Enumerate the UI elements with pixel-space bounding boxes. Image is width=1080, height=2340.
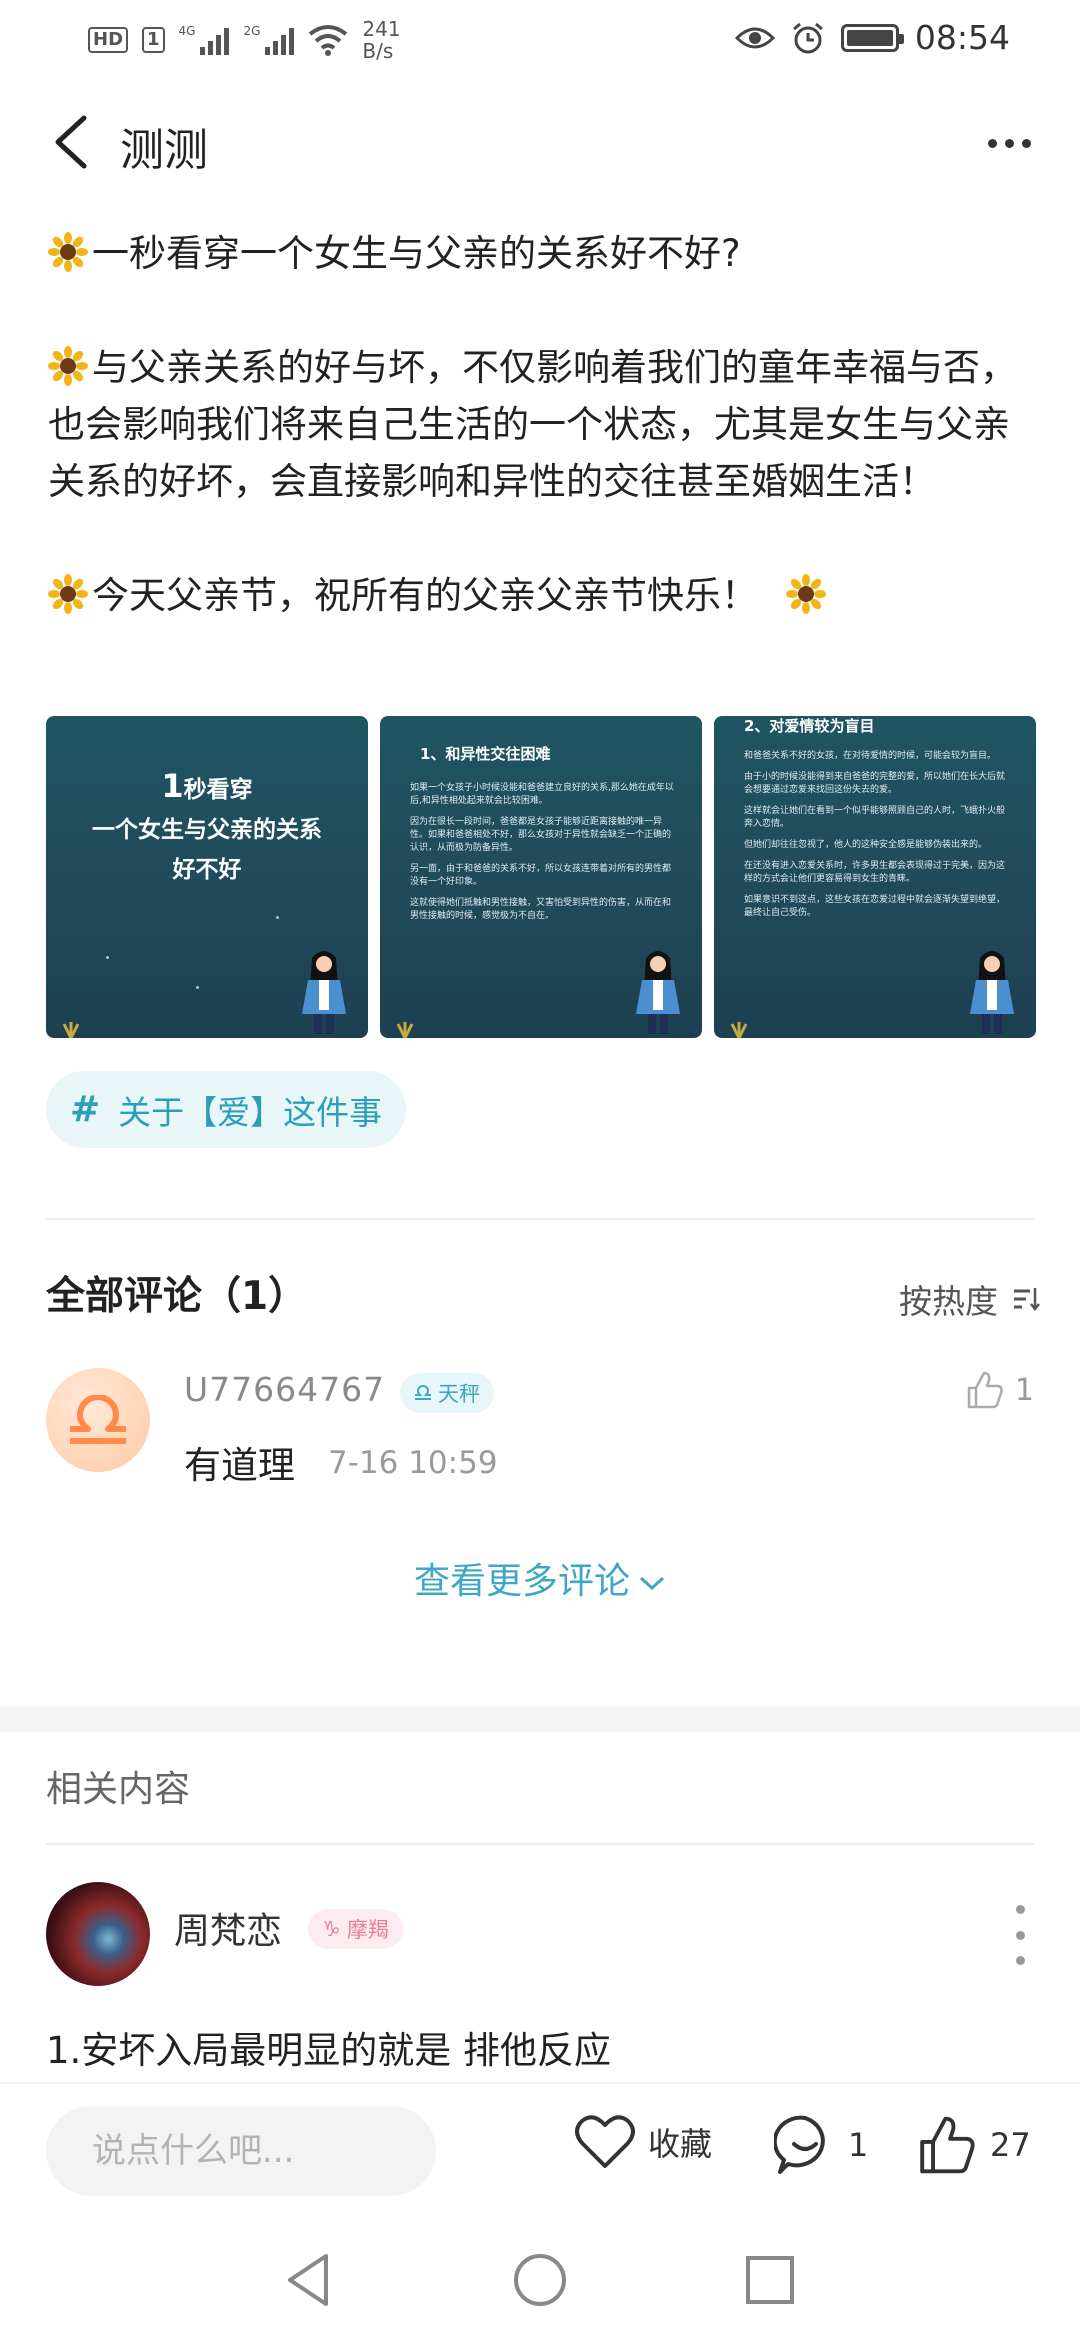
girl-illustration bbox=[970, 951, 1014, 1034]
comment-time: 7-16 10:59 bbox=[328, 1445, 498, 1481]
view-more-comments-button[interactable]: 查看更多评论 bbox=[0, 1552, 1080, 1604]
signal-2g-icon: 2G bbox=[243, 25, 295, 55]
top-nav: 测测 bbox=[0, 100, 1080, 190]
favorite-button[interactable]: 收藏 bbox=[574, 2114, 712, 2170]
topic-tag[interactable]: # 关于【爱】这件事 bbox=[46, 1071, 407, 1148]
heart-icon bbox=[575, 2115, 635, 2168]
chevron-left-icon bbox=[55, 115, 87, 169]
thumbs-up-icon bbox=[967, 1371, 1003, 1409]
dot bbox=[1004, 138, 1014, 148]
girl-illustration bbox=[302, 951, 346, 1034]
nav-home-icon[interactable] bbox=[510, 2250, 570, 2310]
zodiac-badge: 天秤 bbox=[400, 1373, 494, 1413]
avatar[interactable] bbox=[46, 1368, 150, 1472]
sunflower-icon bbox=[48, 574, 88, 614]
status-bar: HD 1 4G 2G 241 B/s 08:54 bbox=[0, 0, 1080, 80]
dot bbox=[987, 138, 997, 148]
clock: 08:54 bbox=[914, 18, 1010, 57]
bottom-action-bar: 收藏 1 27 bbox=[0, 2082, 1080, 2212]
image-heading: 2、对爱情较为盲目 bbox=[744, 717, 875, 735]
image-heading: 1、和异性交往困难 bbox=[420, 745, 551, 763]
more-options-button[interactable] bbox=[974, 118, 1044, 168]
comment-bubble-icon bbox=[774, 2115, 825, 2174]
section-separator bbox=[0, 1706, 1080, 1732]
post-paragraph: 今天父亲节，祝所有的父亲父亲节快乐！ bbox=[48, 567, 1032, 624]
alarm-icon bbox=[792, 22, 823, 53]
network-speed: 241 B/s bbox=[362, 17, 401, 63]
girl-illustration bbox=[636, 951, 680, 1034]
back-button[interactable] bbox=[44, 112, 104, 172]
plant-illustration bbox=[396, 1022, 414, 1038]
libra-icon bbox=[70, 1395, 126, 1444]
wifi-icon bbox=[309, 25, 348, 56]
post-content: 一秒看穿一个女生与父亲的关系好不好? 与父亲关系的好与坏，不仅影响着我们的童年幸… bbox=[48, 225, 1032, 681]
like-button[interactable]: 27 bbox=[916, 2114, 1031, 2176]
related-more-button[interactable] bbox=[1010, 1905, 1030, 1965]
image-gallery: 1秒看穿 一个女生与父亲的关系 好不好 1、和异性交往困难 如果一个女孩子小时候… bbox=[46, 716, 1036, 1038]
sunflower-icon bbox=[785, 574, 826, 614]
status-right: 08:54 bbox=[734, 18, 1010, 57]
comment-username[interactable]: U77664767 bbox=[184, 1370, 385, 1409]
post-image-2[interactable]: 1、和异性交往困难 如果一个女孩子小时候没能和爸爸建立良好的关系,那么她在成年以… bbox=[380, 716, 702, 1038]
battery-icon bbox=[840, 23, 904, 52]
plant-illustration bbox=[62, 1022, 80, 1038]
status-left: HD 1 4G 2G 241 B/s bbox=[88, 18, 401, 62]
thumbs-up-icon bbox=[920, 2116, 975, 2174]
libra-icon bbox=[415, 1385, 431, 1400]
hd-indicator: HD bbox=[88, 27, 129, 53]
sort-icon bbox=[1014, 1288, 1040, 1312]
related-title: 相关内容 bbox=[46, 1769, 191, 1810]
chevron-down-icon bbox=[639, 1576, 665, 1591]
nav-recents-icon[interactable] bbox=[740, 2250, 800, 2310]
image-body: 和爸爸关系不好的女孩，在对待爱情的时候，可能会较为盲目。 由于小的时候没能得到来… bbox=[744, 751, 1006, 918]
system-nav-bar bbox=[0, 2212, 1080, 2340]
page-title: 测测 bbox=[120, 125, 208, 176]
related-username[interactable]: 周梵恋 bbox=[174, 1902, 282, 1954]
topic-label: 关于【爱】这件事 bbox=[118, 1092, 383, 1132]
image-title: 1秒看穿 一个女生与父亲的关系 好不好 bbox=[92, 767, 322, 883]
plant-illustration bbox=[730, 1022, 748, 1038]
nav-back-icon[interactable] bbox=[280, 2250, 340, 2310]
avatar[interactable] bbox=[46, 1882, 150, 1986]
sunflower-icon bbox=[48, 346, 88, 386]
dot bbox=[1021, 138, 1031, 148]
sim-indicator: 1 bbox=[142, 27, 165, 53]
capricorn-icon: ♑ bbox=[322, 1917, 341, 1941]
image-body: 如果一个女孩子小时候没能和爸爸建立良好的关系,那么她在成年以后,和异性相处起来就… bbox=[410, 783, 674, 921]
zodiac-badge: ♑ 摩羯 bbox=[308, 1909, 403, 1949]
divider bbox=[46, 1218, 1034, 1220]
divider bbox=[46, 1843, 1034, 1845]
dot bbox=[1015, 1956, 1025, 1965]
comments-title: 全部评论（1） bbox=[46, 1274, 308, 1319]
hashtag-icon: # bbox=[70, 1089, 101, 1130]
sunflower-icon bbox=[48, 232, 88, 272]
dot bbox=[1015, 1930, 1025, 1940]
comment-text: 有道理 bbox=[184, 1444, 295, 1487]
signal-4g-icon: 4G bbox=[179, 25, 230, 55]
post-image-3[interactable]: 2、对爱情较为盲目 和爸爸关系不好的女孩，在对待爱情的时候，可能会较为盲目。 由… bbox=[714, 716, 1036, 1038]
comment-like-button[interactable]: 1 bbox=[965, 1370, 1034, 1410]
sort-button[interactable]: 按热度 bbox=[899, 1275, 1040, 1323]
post-paragraph: 与父亲关系的好与坏，不仅影响着我们的童年幸福与否，也会影响我们将来自己生活的一个… bbox=[48, 346, 1017, 503]
post-image-1[interactable]: 1秒看穿 一个女生与父亲的关系 好不好 bbox=[46, 716, 368, 1038]
post-paragraph: 一秒看穿一个女生与父亲的关系好不好? bbox=[48, 225, 1032, 282]
eye-icon bbox=[734, 27, 775, 48]
comment-button[interactable]: 1 bbox=[774, 2114, 868, 2176]
dot bbox=[1015, 1905, 1025, 1914]
comment-input[interactable] bbox=[46, 2106, 436, 2196]
related-text: 1.安坏入局最明显的就是 排他反应 bbox=[46, 2029, 612, 2072]
